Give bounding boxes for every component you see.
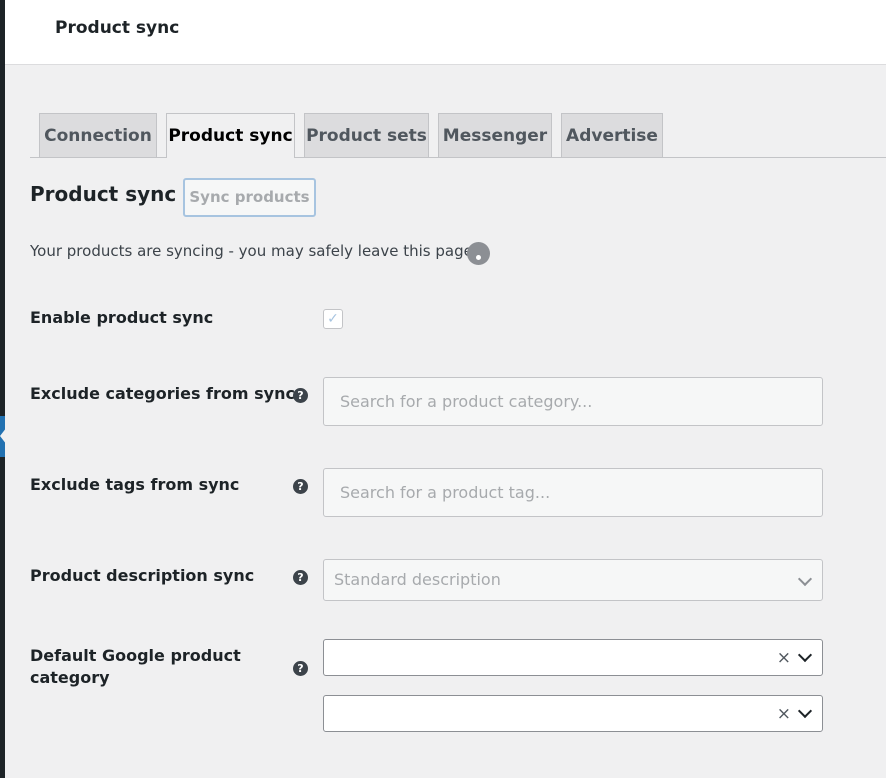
google-category-select-level1[interactable]: × <box>323 639 823 676</box>
question-circle-icon[interactable]: ? <box>293 388 308 403</box>
tab-product-sync[interactable]: Product sync <box>166 113 295 158</box>
spinner-dot <box>476 255 481 260</box>
settings-tabs: Connection Product sync Product sets Mes… <box>30 113 886 158</box>
enable-sync-checkbox[interactable]: ✓ <box>323 309 343 329</box>
sync-products-button[interactable]: Sync products <box>183 178 316 217</box>
question-circle-icon[interactable]: ? <box>293 570 308 585</box>
sync-status-text: Your products are syncing - you may safe… <box>30 242 473 260</box>
loading-spinner-icon <box>467 242 490 265</box>
tab-connection[interactable]: Connection <box>39 113 157 157</box>
checkmark-icon: ✓ <box>327 311 339 327</box>
settings-page: Product sync Connection Product sync Pro… <box>5 0 886 778</box>
tab-messenger[interactable]: Messenger <box>438 113 552 157</box>
exclude-categories-input[interactable] <box>323 377 823 426</box>
google-category-label-line2: category <box>30 668 110 687</box>
clear-icon[interactable]: × <box>777 646 791 670</box>
chevron-down-icon[interactable] <box>797 647 813 663</box>
chevron-down-icon[interactable] <box>797 703 813 719</box>
enable-sync-label: Enable product sync <box>30 308 214 327</box>
exclude-tags-input[interactable] <box>323 468 823 517</box>
app-frame: Product sync Connection Product sync Pro… <box>0 0 886 778</box>
clear-icon[interactable]: × <box>777 702 791 726</box>
exclude-tags-label: Exclude tags from sync <box>30 475 240 494</box>
tab-product-sets[interactable]: Product sets <box>304 113 429 157</box>
section-title: Product sync <box>30 182 177 206</box>
google-category-label-line1: Default Google product <box>30 646 241 665</box>
exclude-categories-label: Exclude categories from sync <box>30 384 295 403</box>
page-header-bar: Product sync <box>5 0 886 65</box>
question-circle-icon[interactable]: ? <box>293 479 308 494</box>
chevron-down-icon <box>797 571 813 587</box>
page-header-title: Product sync <box>55 18 180 38</box>
tab-advertise[interactable]: Advertise <box>561 113 663 157</box>
description-sync-selected: Standard description <box>334 570 501 589</box>
google-category-select-level2[interactable]: × <box>323 695 823 732</box>
description-sync-select[interactable]: Standard description <box>323 559 823 601</box>
question-circle-icon[interactable]: ? <box>293 661 308 676</box>
description-sync-label: Product description sync <box>30 566 255 585</box>
